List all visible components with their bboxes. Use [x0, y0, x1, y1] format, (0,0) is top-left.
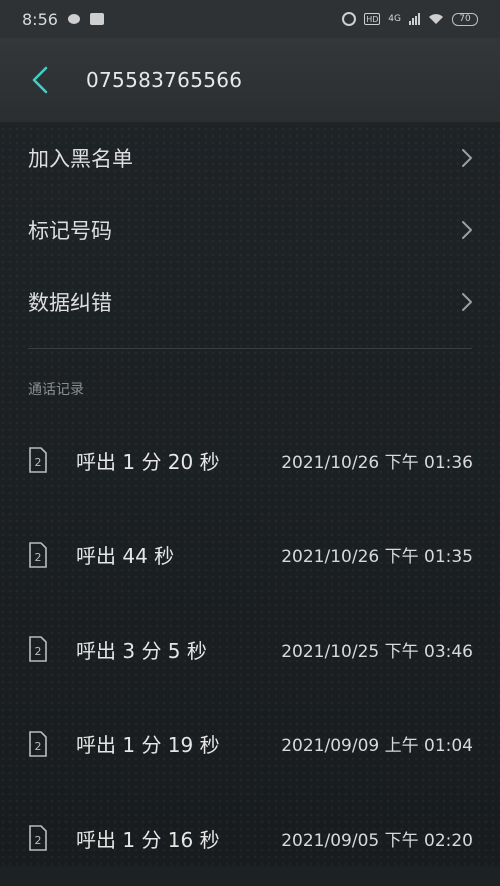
sim-slot-label: 2 — [35, 456, 42, 469]
call-datetime: 2021/10/25 下午 03:46 — [281, 641, 473, 662]
menu-item-label: 数据纠错 — [28, 291, 112, 315]
sim-slot-label: 2 — [35, 740, 42, 753]
main-content: 加入黑名单 标记号码 数据纠错 通话记录 2 呼出 1 分 20 秒 2021/… — [0, 122, 500, 886]
menu-item-data-correction[interactable]: 数据纠错 — [0, 266, 500, 338]
call-type: 呼出 3 分 5 秒 — [76, 638, 207, 663]
call-log-row[interactable]: 2 呼出 1 分 16 秒 2021/09/05 下午 02:20 — [0, 791, 500, 886]
sim-card-icon: 2 — [29, 541, 47, 568]
sim-slot-label: 2 — [35, 834, 42, 847]
sim-card-icon: 2 — [29, 447, 47, 474]
sim-card-icon: 2 — [29, 636, 47, 663]
call-datetime: 2021/09/05 下午 02:20 — [281, 830, 473, 851]
call-type: 呼出 44 秒 — [76, 544, 175, 569]
sim-slot-label: 2 — [35, 551, 42, 564]
call-type: 呼出 1 分 19 秒 — [76, 733, 220, 758]
wifi-icon — [429, 14, 443, 24]
sim-card-icon: 2 — [29, 730, 47, 757]
call-log-row[interactable]: 2 呼出 3 分 5 秒 2021/10/25 下午 03:46 — [0, 602, 500, 697]
back-button[interactable] — [10, 38, 70, 122]
call-datetime: 2021/09/09 上午 01:04 — [281, 736, 473, 757]
status-bar: 8:56 HD 4G 70 — [0, 0, 500, 38]
call-type: 呼出 1 分 16 秒 — [76, 827, 220, 852]
signal-icon — [409, 13, 420, 25]
call-log-row[interactable]: 2 呼出 1 分 20 秒 2021/10/26 下午 01:36 — [0, 413, 500, 508]
menu-item-label: 加入黑名单 — [28, 147, 133, 171]
header-bar: 075583765566 — [0, 38, 500, 123]
hd-icon: HD — [364, 13, 381, 25]
call-log-row[interactable]: 2 呼出 44 秒 2021/10/26 下午 01:35 — [0, 508, 500, 603]
menu-item-mark-number[interactable]: 标记号码 — [0, 194, 500, 266]
status-time: 8:56 — [22, 9, 58, 29]
call-log-row[interactable]: 2 呼出 1 分 19 秒 2021/09/09 上午 01:04 — [0, 697, 500, 792]
call-datetime: 2021/10/26 下午 01:35 — [281, 547, 473, 568]
back-arrow-icon — [32, 66, 48, 94]
alarm-icon — [342, 12, 357, 26]
network-type: 4G — [388, 14, 401, 24]
page-title: 075583765566 — [86, 68, 243, 92]
chevron-right-icon — [462, 149, 472, 167]
call-log-section-title: 通话记录 — [28, 382, 84, 398]
battery-icon: 70 — [452, 12, 478, 26]
wechat-icon — [67, 14, 80, 24]
divider — [28, 348, 472, 349]
chevron-right-icon — [462, 221, 472, 239]
menu-item-label: 标记号码 — [28, 219, 112, 243]
mail-icon — [89, 13, 104, 25]
call-log-list: 2 呼出 1 分 20 秒 2021/10/26 下午 01:36 2 呼出 4… — [0, 413, 500, 886]
chevron-right-icon — [462, 293, 472, 311]
menu-item-blacklist[interactable]: 加入黑名单 — [0, 122, 500, 194]
sim-slot-label: 2 — [35, 645, 42, 658]
call-datetime: 2021/10/26 下午 01:36 — [281, 452, 473, 473]
call-type: 呼出 1 分 20 秒 — [76, 449, 220, 474]
sim-card-icon: 2 — [29, 825, 47, 852]
